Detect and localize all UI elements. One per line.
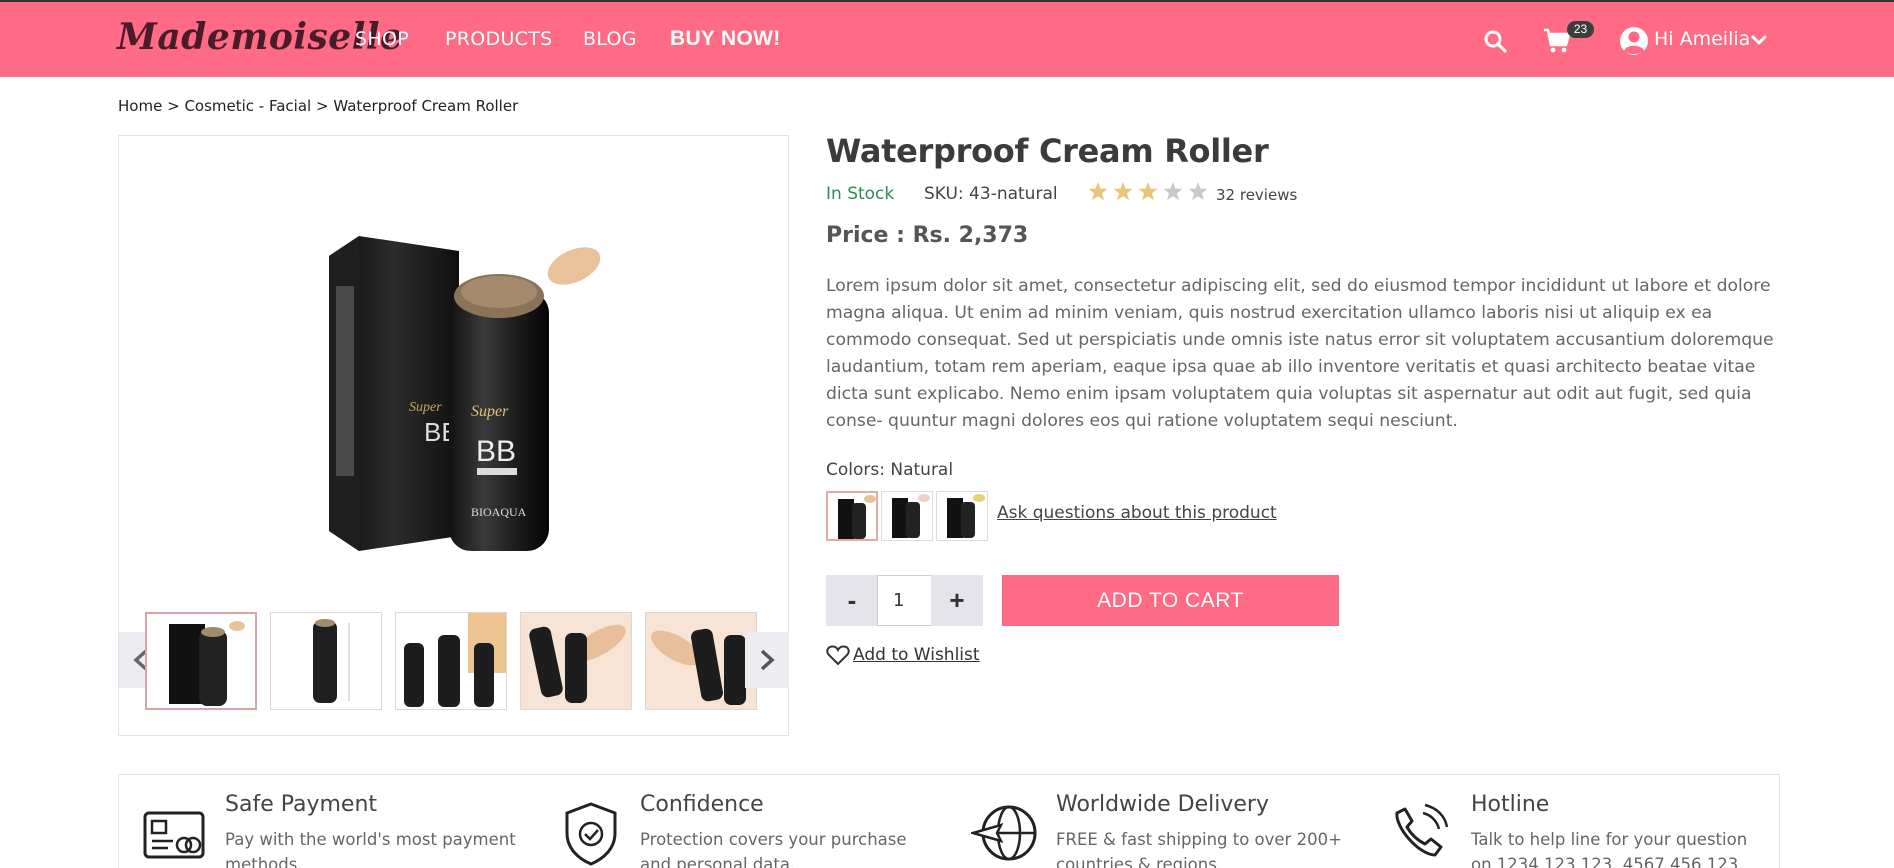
- stock-status: In Stock: [826, 184, 895, 204]
- quantity-input[interactable]: [877, 575, 932, 626]
- site-header: Mademoiselle SHOP PRODUCTS BLOG BUY NOW!…: [0, 2, 1894, 77]
- star-icon: [1138, 182, 1158, 201]
- product-title: Waterproof Cream Roller: [826, 132, 1269, 170]
- breadcrumb-home[interactable]: Home: [118, 97, 162, 115]
- svg-text:Super: Super: [471, 403, 509, 420]
- add-to-cart-button[interactable]: ADD TO CART: [1002, 575, 1339, 626]
- quantity-increase-button[interactable]: +: [931, 575, 983, 626]
- chevron-right-icon: [760, 649, 775, 671]
- ask-question-link[interactable]: Ask questions about this product: [997, 503, 1277, 523]
- color-swatch-natural[interactable]: [826, 491, 878, 541]
- cart-count-badge: 23: [1567, 21, 1594, 38]
- nav-buy-now[interactable]: BUY NOW!: [670, 27, 781, 51]
- star-icon: [1113, 182, 1133, 201]
- feature-title-safe-payment: Safe Payment: [225, 792, 378, 817]
- thumbnail-next-button[interactable]: [745, 632, 789, 688]
- search-icon[interactable]: [1483, 29, 1507, 53]
- feature-title-hotline: Hotline: [1471, 792, 1550, 817]
- svg-text:BB: BB: [476, 435, 516, 468]
- feature-text-safe-payment: Pay with the world's most payment method…: [225, 830, 516, 868]
- product-sku: SKU: 43-natural: [924, 184, 1058, 204]
- shield-check-icon: [565, 802, 617, 866]
- feature-title-worldwide-delivery: Worldwide Delivery: [1056, 792, 1269, 817]
- rating-stars: [1088, 182, 1208, 201]
- svg-text:Super: Super: [409, 400, 442, 415]
- product-price: Price : Rs. 2,373: [826, 223, 1029, 248]
- product-gallery: BB Super Super BB BIOAQUA: [118, 135, 789, 736]
- colors-label: Colors: Natural: [826, 460, 954, 480]
- chevron-down-icon[interactable]: [1751, 34, 1767, 46]
- thumbnail-2[interactable]: [270, 612, 382, 710]
- feature-title-confidence: Confidence: [640, 792, 764, 817]
- nav-blog[interactable]: BLOG: [583, 28, 637, 50]
- add-to-wishlist-link[interactable]: Add to Wishlist: [853, 645, 980, 665]
- user-greeting[interactable]: Hi Ameilia: [1654, 28, 1750, 50]
- phone-icon: [1395, 803, 1449, 857]
- breadcrumb-current: Waterproof Cream Roller: [333, 97, 519, 115]
- breadcrumb-category[interactable]: Cosmetic - Facial: [184, 97, 311, 115]
- product-description: Lorem ipsum dolor sit amet, consectetur …: [826, 276, 1774, 431]
- feature-text-worldwide-delivery: FREE & fast shipping to over 200+ countr…: [1056, 830, 1342, 868]
- credit-card-icon: [143, 811, 205, 859]
- feature-text-confidence: Protection covers your purchase and pers…: [640, 830, 907, 868]
- globe-plane-icon: [971, 805, 1037, 861]
- nav-products[interactable]: PRODUCTS: [445, 28, 552, 50]
- color-swatch-3[interactable]: [936, 491, 988, 541]
- user-avatar-icon[interactable]: [1619, 26, 1649, 56]
- reviews-count[interactable]: 32 reviews: [1216, 186, 1297, 204]
- breadcrumb: Home > Cosmetic - Facial > Waterproof Cr…: [118, 97, 518, 115]
- thumbnail-4[interactable]: [520, 612, 632, 710]
- nav-shop[interactable]: SHOP: [355, 28, 409, 50]
- main-product-image[interactable]: BB Super Super BB BIOAQUA: [289, 196, 619, 566]
- star-icon: [1188, 182, 1208, 201]
- breadcrumb-separator: >: [167, 97, 180, 115]
- svg-text:BIOAQUA: BIOAQUA: [471, 505, 527, 519]
- color-swatch-2[interactable]: [881, 491, 933, 541]
- star-icon: [1163, 182, 1183, 201]
- thumbnail-5[interactable]: [645, 612, 757, 710]
- quantity-decrease-button[interactable]: -: [826, 575, 878, 626]
- thumbnail-1[interactable]: [145, 612, 257, 710]
- heart-icon[interactable]: [826, 644, 850, 666]
- thumbnail-3[interactable]: [395, 612, 507, 710]
- star-icon: [1088, 182, 1108, 201]
- features-strip: Safe Payment Pay with the world's most p…: [118, 774, 1780, 868]
- feature-text-hotline: Talk to help line for your question on 1…: [1471, 830, 1748, 868]
- breadcrumb-separator: >: [316, 97, 329, 115]
